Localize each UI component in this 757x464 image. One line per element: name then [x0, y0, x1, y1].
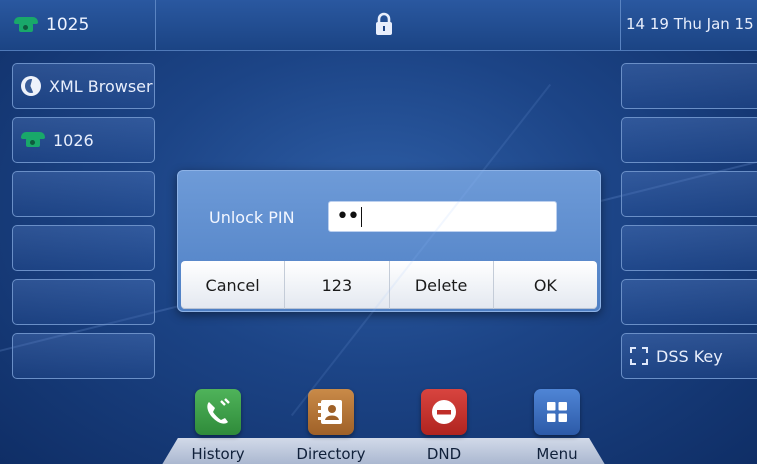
- line-key-empty[interactable]: [621, 63, 757, 109]
- line-key-empty[interactable]: [12, 171, 155, 217]
- line-key-empty[interactable]: [12, 225, 155, 271]
- line-key-label: XML Browser: [49, 76, 153, 96]
- divider: [155, 0, 156, 50]
- ok-button[interactable]: OK: [494, 261, 597, 309]
- pin-value: ••: [336, 203, 360, 229]
- line-key-empty[interactable]: [621, 225, 757, 271]
- account-indicator[interactable]: 1025: [14, 13, 89, 37]
- lock-icon: [376, 12, 392, 35]
- delete-button[interactable]: Delete: [390, 261, 494, 309]
- input-mode-button[interactable]: 123: [285, 261, 390, 309]
- phone-icon: [14, 17, 38, 33]
- dock-menu[interactable]: Menu: [522, 389, 592, 463]
- dock-dnd[interactable]: DND: [409, 389, 479, 463]
- dock-history[interactable]: History: [183, 389, 253, 463]
- divider: [620, 0, 621, 50]
- globe-icon: [21, 76, 41, 96]
- dock-label: History: [191, 445, 245, 463]
- dock-label: DND: [426, 445, 462, 463]
- dss-key-icon: [630, 347, 648, 365]
- history-icon: [195, 389, 241, 435]
- line-key-empty[interactable]: [621, 279, 757, 325]
- status-bar: 1025 14 19 Thu Jan 15: [0, 0, 757, 51]
- account-label: 1025: [46, 15, 90, 35]
- line-key-1026[interactable]: 1026: [12, 117, 155, 163]
- phone-icon: [21, 132, 45, 148]
- line-key-empty[interactable]: [621, 117, 757, 163]
- unlock-pin-dialog: Unlock PIN •• Cancel 123 Delete OK: [177, 170, 601, 312]
- unlock-pin-label: Unlock PIN: [209, 208, 295, 227]
- line-key-xml-browser[interactable]: XML Browser: [12, 63, 155, 109]
- dock-label: Directory: [296, 445, 366, 463]
- line-key-empty[interactable]: [12, 279, 155, 325]
- cancel-button[interactable]: Cancel: [181, 261, 286, 309]
- line-key-dss-key[interactable]: DSS Key: [621, 333, 757, 379]
- menu-grid-icon: [534, 389, 580, 435]
- directory-icon: [308, 389, 354, 435]
- line-key-label: 1026: [53, 130, 94, 150]
- date-time: 14 19 Thu Jan 15: [626, 15, 754, 33]
- dock-directory[interactable]: Directory: [296, 389, 366, 463]
- dnd-icon: [421, 389, 467, 435]
- line-key-empty[interactable]: [12, 333, 155, 379]
- dock-label: Menu: [536, 445, 578, 463]
- phone-screen: 1025 14 19 Thu Jan 15 XML Browser 1026 D…: [0, 0, 757, 464]
- text-caret: [360, 206, 362, 227]
- line-key-label: DSS Key: [656, 346, 723, 366]
- line-key-empty[interactable]: [621, 171, 757, 217]
- softkey-bar: Cancel 123 Delete OK: [181, 261, 597, 309]
- pin-input[interactable]: ••: [328, 201, 557, 232]
